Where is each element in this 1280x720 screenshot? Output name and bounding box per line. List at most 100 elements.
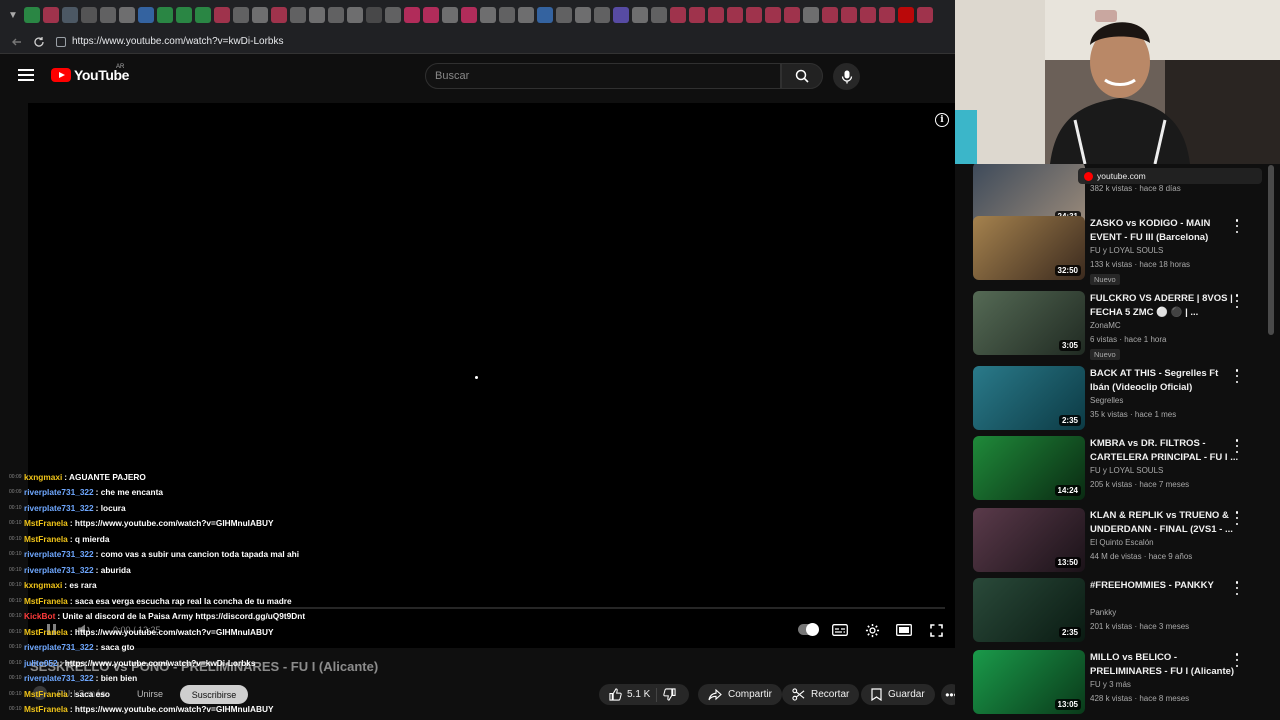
video-thumbnail[interactable]: 32:50: [973, 216, 1085, 280]
recommendation-title[interactable]: FULCKRO VS ADERRE | 8VOS | FECHA 5 ZMC ⚪…: [1090, 292, 1240, 320]
recommendation-title[interactable]: BACK AT THIS - Segrelles Ft Ibán (Videoc…: [1090, 367, 1240, 395]
tab-favicon-icon[interactable]: [290, 7, 306, 23]
more-vert-icon[interactable]: [1234, 511, 1240, 525]
tab-favicon-icon[interactable]: [81, 7, 97, 23]
tab-favicon-icon[interactable]: [670, 7, 686, 23]
subtitles-button[interactable]: [829, 621, 851, 639]
recommendation-item[interactable]: 13:50 KLAN & REPLIK vs TRUENO & UNDERDANN…: [973, 508, 1263, 576]
tab-favicon-icon[interactable]: [461, 7, 477, 23]
tab-favicon-icon[interactable]: [518, 7, 534, 23]
info-icon[interactable]: i: [935, 113, 949, 127]
site-info-icon[interactable]: [56, 36, 66, 47]
more-vert-icon[interactable]: [1234, 439, 1240, 453]
tab-favicon-icon[interactable]: [917, 7, 933, 23]
tab-favicon-icon[interactable]: [879, 7, 895, 23]
recommendation-channel[interactable]: FU y LOYAL SOULS: [1090, 466, 1163, 475]
dislike-button[interactable]: [663, 688, 676, 701]
more-vert-icon[interactable]: [1234, 369, 1240, 383]
tab-favicon-icon[interactable]: [537, 7, 553, 23]
video-thumbnail[interactable]: 2:35: [973, 366, 1085, 430]
tab-favicon-icon[interactable]: [784, 7, 800, 23]
recommendation-item[interactable]: 13:05 MILLO vs BELICO - PRELIMINARES - FU…: [973, 650, 1263, 718]
tab-favicon-icon[interactable]: [271, 7, 287, 23]
voice-search-button[interactable]: [833, 63, 860, 90]
tab-favicon-icon[interactable]: [841, 7, 857, 23]
tab-favicon-icon[interactable]: [24, 7, 40, 23]
recommendation-title[interactable]: MILLO vs BELICO - PRELIMINARES - FU I (A…: [1090, 651, 1240, 679]
video-thumbnail[interactable]: 13:05: [973, 650, 1085, 714]
tab-favicon-icon[interactable]: [385, 7, 401, 23]
tab-favicon-icon[interactable]: [423, 7, 439, 23]
tab-favicon-icon[interactable]: [328, 7, 344, 23]
tab-favicon-icon[interactable]: [575, 7, 591, 23]
save-button[interactable]: Guardar: [861, 684, 935, 705]
tab-favicon-icon[interactable]: [860, 7, 876, 23]
tab-favicon-icon[interactable]: [442, 7, 458, 23]
reload-button[interactable]: [28, 31, 50, 53]
tab-favicon-icon[interactable]: [214, 7, 230, 23]
recommendation-title[interactable]: #FREEHOMMIES - PANKKY: [1090, 579, 1240, 593]
more-vert-icon[interactable]: [1234, 294, 1240, 308]
more-vert-icon[interactable]: [1234, 653, 1240, 667]
tab-favicon-icon[interactable]: [347, 7, 363, 23]
sidebar-scrollbar[interactable]: [1268, 165, 1274, 335]
video-thumbnail[interactable]: 2:35: [973, 578, 1085, 642]
settings-button[interactable]: [861, 621, 883, 639]
tab-favicon-icon[interactable]: [594, 7, 610, 23]
fullscreen-button[interactable]: [925, 621, 947, 639]
tab-favicon-icon[interactable]: [62, 7, 78, 23]
recommendation-title[interactable]: KMBRA vs DR. FILTROS - CARTELERA PRINCIP…: [1090, 437, 1240, 465]
theater-mode-button[interactable]: [893, 621, 915, 639]
menu-icon[interactable]: [18, 69, 34, 81]
tab-favicon-icon[interactable]: [119, 7, 135, 23]
video-thumbnail[interactable]: 14:24: [973, 436, 1085, 500]
like-button[interactable]: 5.1 K: [609, 688, 650, 701]
recommendation-channel[interactable]: FU y LOYAL SOULS: [1090, 246, 1163, 255]
tab-favicon-icon[interactable]: [157, 7, 173, 23]
tab-favicon-icon[interactable]: [632, 7, 648, 23]
video-thumbnail[interactable]: 13:50: [973, 508, 1085, 572]
recommendation-channel[interactable]: Segrelles: [1090, 396, 1123, 405]
url-field[interactable]: https://www.youtube.com/watch?v=kwDi-Lor…: [56, 32, 936, 52]
tab-favicon-icon[interactable]: [233, 7, 249, 23]
tab-favicon-icon[interactable]: [100, 7, 116, 23]
recommendation-item[interactable]: 14:24 KMBRA vs DR. FILTROS - CARTELERA PR…: [973, 436, 1263, 504]
tab-favicon-icon[interactable]: [309, 7, 325, 23]
tab-favicon-icon[interactable]: [613, 7, 629, 23]
recommendation-channel[interactable]: Pankky: [1090, 608, 1116, 617]
tab-list-dropdown[interactable]: ▼: [4, 6, 22, 24]
tab-favicon-icon[interactable]: [708, 7, 724, 23]
tab-favicon-icon[interactable]: [651, 7, 667, 23]
tab-favicon-icon[interactable]: [803, 7, 819, 23]
tab-favicon-icon[interactable]: [480, 7, 496, 23]
autoplay-toggle[interactable]: [798, 623, 819, 636]
tab-favicon-icon[interactable]: [138, 7, 154, 23]
more-vert-icon[interactable]: [1234, 581, 1240, 595]
recommendation-channel[interactable]: FU y 3 más: [1090, 680, 1131, 689]
tab-favicon-icon[interactable]: [765, 7, 781, 23]
tab-favicon-icon[interactable]: [404, 7, 420, 23]
tab-favicon-icon[interactable]: [195, 7, 211, 23]
tab-favicon-icon[interactable]: [252, 7, 268, 23]
recommendation-title[interactable]: ZASKO vs KODIGO - MAIN EVENT - FU III (B…: [1090, 217, 1240, 245]
tab-favicon-icon[interactable]: [556, 7, 572, 23]
tab-favicon-icon[interactable]: [43, 7, 59, 23]
recommendation-channel[interactable]: El Quinto Escalón: [1090, 538, 1154, 547]
tab-favicon-icon[interactable]: [499, 7, 515, 23]
recommendation-item[interactable]: 2:35 #FREEHOMMIES - PANKKY Pankky 201 k vis…: [973, 578, 1263, 646]
tab-favicon-icon[interactable]: [746, 7, 762, 23]
tab-favicon-icon[interactable]: [898, 7, 914, 23]
clip-button[interactable]: Recortar: [782, 684, 860, 705]
search-button[interactable]: [781, 63, 823, 89]
share-button[interactable]: Compartir: [698, 684, 782, 705]
recommendation-channel[interactable]: ZonaMC: [1090, 321, 1121, 330]
recommendation-item[interactable]: 32:50 ZASKO vs KODIGO - MAIN EVENT - FU I…: [973, 216, 1263, 285]
tab-favicon-icon[interactable]: [366, 7, 382, 23]
tab-favicon-icon[interactable]: [176, 7, 192, 23]
more-vert-icon[interactable]: [1234, 219, 1240, 233]
video-thumbnail[interactable]: 3:05: [973, 291, 1085, 355]
recommendation-title[interactable]: KLAN & REPLIK vs TRUENO & UNDERDANN - FI…: [1090, 509, 1240, 537]
back-button[interactable]: [6, 31, 28, 53]
recommendation-item[interactable]: 2:35 BACK AT THIS - Segrelles Ft Ibán (Vi…: [973, 366, 1263, 434]
recommendation-item[interactable]: 3:05 FULCKRO VS ADERRE | 8VOS | FECHA 5 Z…: [973, 291, 1263, 360]
